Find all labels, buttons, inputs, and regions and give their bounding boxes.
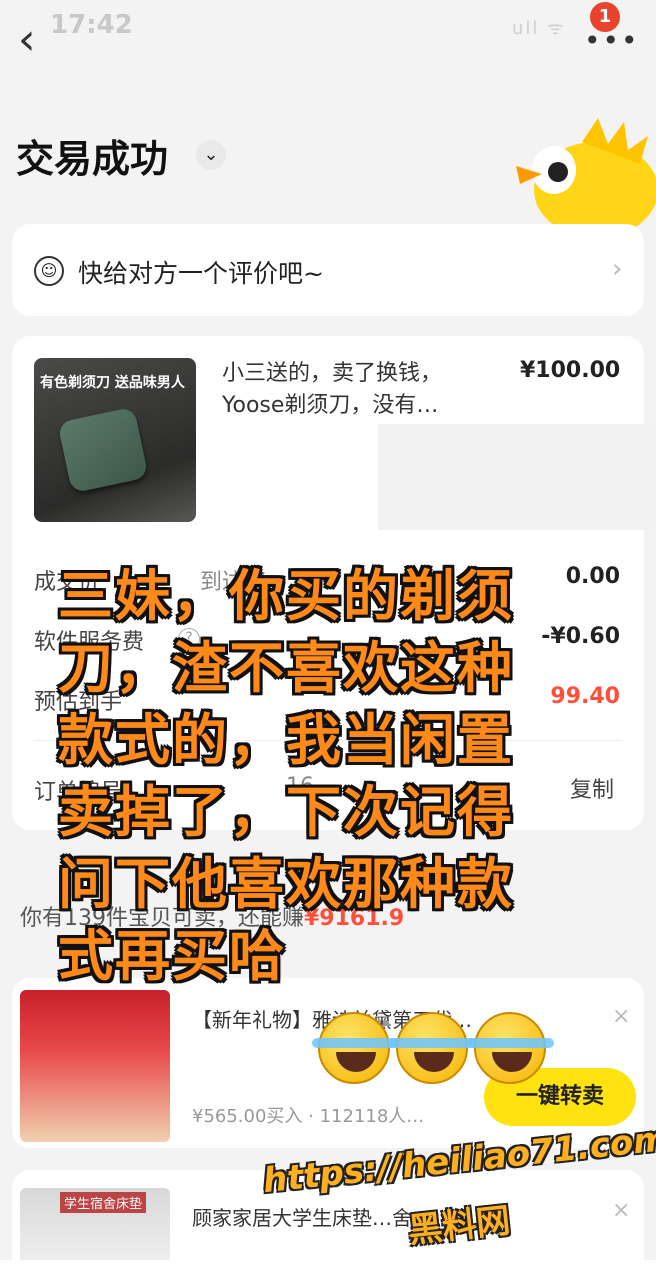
- back-button[interactable]: ‹: [18, 18, 58, 66]
- laughing-crying-emoji-icon: [312, 1012, 398, 1084]
- product-image-label: 有色剃须刀 送品味男人: [40, 375, 185, 391]
- product-title[interactable]: 小三送的，卖了换钱，Yoose剃须刀，没有…: [222, 358, 492, 422]
- caption-line: 问下他喜欢那种款: [58, 852, 515, 916]
- caption-line: 三妹，你买的剃须: [58, 564, 515, 628]
- page-title: 交易成功: [16, 137, 169, 181]
- recommendation-subtitle: ¥565.00买入 · 112118人…: [192, 1106, 425, 1127]
- laughing-crying-emoji-icon: [468, 1012, 554, 1084]
- recommendation-title[interactable]: 顾家家居大学生床垫…舍…: [192, 1202, 432, 1231]
- mascot-image: [516, 118, 656, 232]
- review-prompt-text: 快给对方一个评价吧~: [78, 259, 324, 288]
- chevron-right-icon: ›: [612, 254, 623, 284]
- chevron-down-icon[interactable]: ⌄: [196, 140, 226, 170]
- overlay-caption: 三妹，你买的剃须 刀，渣不喜欢这种 款式的，我当闲置 卖掉了，下次记得 问下他喜…: [58, 560, 588, 992]
- signal-icon: ull ᯤ: [512, 18, 566, 39]
- emoji-row: [312, 1012, 554, 1088]
- caption-line: 款式的，我当闲置: [58, 708, 515, 772]
- laughing-crying-emoji-icon: [390, 1012, 476, 1084]
- redacted-block: [378, 424, 656, 530]
- caption-line: 刀，渣不喜欢这种: [58, 636, 515, 700]
- status-time: 17:42: [50, 10, 133, 40]
- caption-line: 式再买哈: [58, 924, 287, 988]
- caption-line: 卖掉了，下次记得: [58, 780, 515, 844]
- recommendation-image-label: 学生宿舍床垫: [60, 1192, 147, 1213]
- close-icon[interactable]: ×: [612, 1004, 630, 1029]
- smiley-icon: ☺: [34, 256, 64, 286]
- recommendation-image[interactable]: [20, 990, 170, 1142]
- close-icon[interactable]: ×: [612, 1198, 630, 1223]
- notification-badge: 1: [590, 2, 620, 32]
- product-price: ¥100.00: [520, 358, 621, 383]
- bottom-bar: [0, 1260, 656, 1280]
